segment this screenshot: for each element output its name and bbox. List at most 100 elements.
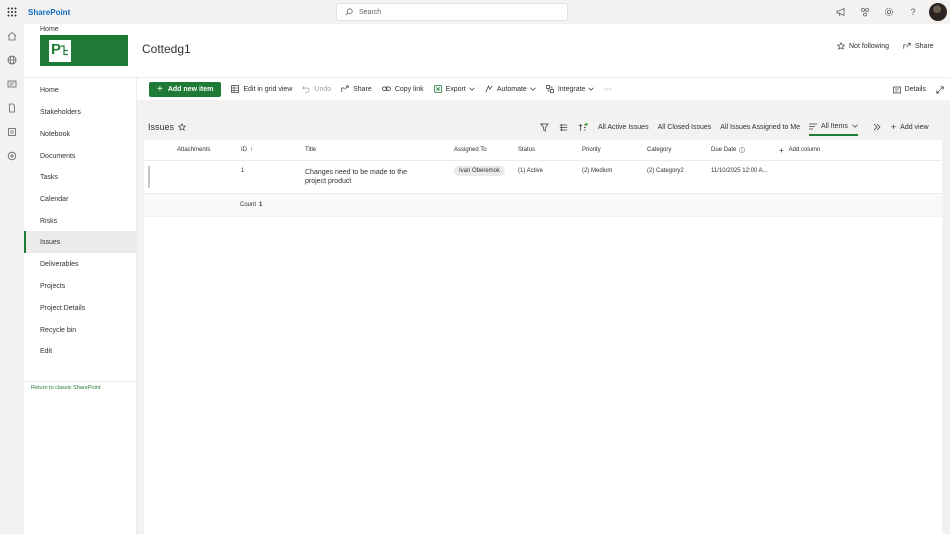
chevron-down-icon (530, 87, 536, 91)
copy-link-label: Copy link (394, 85, 424, 93)
avatar[interactable] (929, 3, 947, 21)
count-label: Count (240, 202, 257, 208)
cell-category: (2) Category2 (647, 168, 684, 174)
column-header-category[interactable]: Category (647, 140, 671, 160)
cell-priority: (2) Medium (582, 168, 613, 174)
table-row[interactable]: 1 Changes need to be made to the project… (144, 161, 942, 194)
link-icon (381, 85, 391, 93)
globe-icon[interactable] (0, 48, 24, 72)
favorite-star-icon[interactable] (177, 122, 187, 133)
automate-button[interactable]: Automate (485, 85, 536, 93)
add-new-item-label: Add new item (167, 85, 214, 93)
plus-icon: + (779, 145, 784, 155)
filter-icon[interactable] (540, 123, 549, 132)
nav-item-issues[interactable]: Issues (24, 231, 136, 253)
column-header-due-date[interactable]: Due Date (711, 140, 746, 160)
row-selection-bar[interactable] (148, 166, 150, 188)
list-icon[interactable] (0, 120, 24, 144)
view-options-icon[interactable] (559, 123, 568, 132)
follow-label: Not following (849, 42, 890, 50)
add-new-item-button[interactable]: + Add new item (149, 81, 222, 97)
add-column-label: Add column (788, 147, 821, 153)
grid-header-row: Attachments ID ↑ Title Assigned To Statu… (144, 140, 942, 161)
brand-name[interactable]: SharePoint (28, 8, 70, 17)
news-icon[interactable] (0, 72, 24, 96)
view-switcher: All Active Issues All Closed Issues All … (540, 118, 939, 136)
column-header-id-label: ID (241, 147, 247, 153)
sort-icon[interactable] (578, 122, 588, 132)
nav-item-calendar[interactable]: Calendar (24, 188, 136, 210)
nav-item-deliverables[interactable]: Deliverables (24, 253, 136, 275)
persona-chip[interactable]: Ivan Oberemok (454, 166, 506, 176)
export-label: Export (445, 85, 466, 93)
column-header-id[interactable]: ID ↑ (241, 140, 253, 160)
sort-ascending-icon: ↑ (250, 147, 253, 153)
return-to-classic-link[interactable]: Return to classic SharePoint (31, 385, 100, 391)
copy-link-button[interactable]: Copy link (381, 85, 424, 93)
selected-view-label: All Items (821, 122, 848, 130)
command-bar: + Add new item Edit in grid view Undo Sh… (137, 77, 950, 100)
create-icon[interactable] (0, 144, 24, 168)
search-input[interactable]: Search (336, 3, 568, 21)
more-options-button[interactable]: ··· (604, 86, 611, 93)
gear-icon[interactable] (877, 0, 901, 24)
integrate-label: Integrate (557, 85, 586, 93)
view-tab-all-items[interactable]: All Items (809, 123, 858, 136)
column-header-status[interactable]: Status (518, 140, 535, 160)
nav-item-home[interactable]: Home (24, 79, 136, 101)
app-bar (0, 24, 24, 534)
suite-actions: ? (829, 0, 950, 24)
nav-item-tasks[interactable]: Tasks (24, 166, 136, 188)
project-logo-icon: P (49, 39, 71, 62)
app-launcher-icon[interactable] (0, 0, 24, 24)
nav-item-notebook[interactable]: Notebook (24, 123, 136, 145)
column-header-attachments[interactable]: Attachments (177, 140, 210, 160)
add-column-button[interactable]: + Add column (779, 140, 820, 160)
share-button[interactable]: Share (341, 85, 372, 93)
column-header-assigned-to[interactable]: Assigned To (454, 140, 487, 160)
cell-assigned-to: Ivan Oberemok (454, 161, 506, 193)
plus-icon: + (890, 122, 897, 132)
export-button[interactable]: Export (433, 85, 475, 93)
column-header-title[interactable]: Title (305, 140, 316, 160)
site-logo[interactable]: P (40, 35, 128, 66)
breadcrumb[interactable]: Home (40, 26, 59, 33)
megaphone-icon[interactable] (829, 0, 853, 24)
chevron-down-icon (852, 123, 858, 130)
suite-bar: SharePoint Search ? (0, 0, 950, 24)
cell-title[interactable]: Changes need to be made to the project p… (305, 161, 423, 193)
nav-item-project-details[interactable]: Project Details (24, 297, 136, 319)
nav-item-risks[interactable]: Risks (24, 210, 136, 232)
search-icon (345, 8, 353, 16)
nav-item-recycle-bin[interactable]: Recycle bin (24, 319, 136, 341)
cell-id: 1 (241, 168, 245, 174)
automate-label: Automate (496, 85, 527, 93)
help-icon[interactable]: ? (901, 0, 925, 24)
list-title: Issues (148, 122, 175, 132)
site-title: Cottedg1 (142, 42, 191, 56)
count-value: 1 (259, 202, 263, 208)
nav-item-projects[interactable]: Projects (24, 275, 136, 297)
details-button[interactable]: Details (892, 86, 926, 94)
cell-status: (1) Active (518, 168, 544, 174)
nav-item-stakeholders[interactable]: Stakeholders (24, 101, 136, 123)
share-label: Share (915, 42, 934, 50)
home-icon[interactable] (0, 24, 24, 48)
view-tab-all-active-issues[interactable]: All Active Issues (598, 124, 649, 131)
follow-button[interactable]: Not following (837, 42, 889, 50)
view-tab-all-issues-assigned-to-me[interactable]: All Issues Assigned to Me (720, 124, 800, 131)
integrate-button[interactable]: Integrate (545, 85, 595, 93)
column-header-priority[interactable]: Priority (582, 140, 601, 160)
site-share-button[interactable]: Share (903, 42, 934, 50)
search-placeholder: Search (359, 8, 382, 16)
add-view-button[interactable]: + Add view (891, 122, 929, 132)
network-icon[interactable] (853, 0, 877, 24)
more-views-icon[interactable] (873, 123, 881, 131)
nav-item-documents[interactable]: Documents (24, 145, 136, 167)
undo-button[interactable]: Undo (302, 85, 331, 93)
file-icon[interactable] (0, 96, 24, 120)
view-tab-all-closed-issues[interactable]: All Closed Issues (658, 124, 712, 131)
edit-grid-view-button[interactable]: Edit in grid view (231, 85, 292, 93)
nav-item-edit[interactable]: Edit (24, 340, 136, 362)
expand-icon[interactable] (936, 85, 944, 94)
